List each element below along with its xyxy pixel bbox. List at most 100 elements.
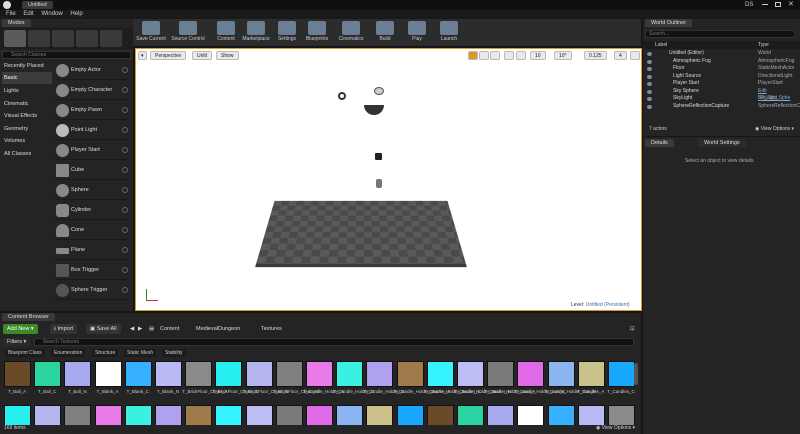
- help-icon[interactable]: [122, 167, 128, 173]
- asset-thumbnail[interactable]: [124, 361, 152, 387]
- asset-thumbnail[interactable]: [396, 361, 424, 387]
- player-start-icon[interactable]: [376, 179, 382, 188]
- perspective-button[interactable]: Perspective: [150, 51, 187, 60]
- show-button[interactable]: Show: [216, 51, 239, 60]
- visibility-eye-icon[interactable]: [647, 89, 652, 94]
- asset-scrollbar[interactable]: [634, 363, 638, 385]
- save-current-button[interactable]: Save Current: [133, 20, 169, 46]
- asset-thumbnail[interactable]: [306, 361, 333, 387]
- class-search-input[interactable]: Search Classes: [2, 51, 131, 59]
- reflection-capture-icon[interactable]: [375, 153, 382, 160]
- asset-thumbnail[interactable]: [124, 405, 152, 425]
- visibility-eye-icon[interactable]: [647, 104, 652, 109]
- viewport-options-button[interactable]: ▾: [138, 51, 147, 60]
- filter-blueprint-class[interactable]: Blueprint Class: [5, 349, 45, 357]
- menu-window[interactable]: Window: [41, 10, 62, 19]
- asset-thumbnail[interactable]: [275, 361, 303, 387]
- asset-thumbnail[interactable]: [64, 361, 92, 387]
- surface-snap-icon[interactable]: [516, 51, 526, 60]
- place-cone[interactable]: Cone: [53, 221, 131, 240]
- breadcrumb-textures[interactable]: Textures: [257, 324, 286, 334]
- asset-thumbnail[interactable]: [4, 361, 31, 387]
- outliner-row[interactable]: Floor StaticMeshActor: [643, 65, 800, 73]
- asset-thumbnail[interactable]: [155, 361, 182, 387]
- outliner-row[interactable]: Sky Sphere Edit BP_Sky_Sphe: [643, 88, 800, 101]
- place-player-start[interactable]: Player Start: [53, 141, 131, 160]
- help-icon[interactable]: [122, 147, 128, 153]
- save-all-button[interactable]: ▣ Save All: [86, 324, 121, 334]
- menu-file[interactable]: File: [6, 10, 16, 19]
- asset-thumbnail[interactable]: [517, 405, 545, 425]
- sun-icon[interactable]: [338, 92, 346, 100]
- cb-view-options-button[interactable]: ◉ View Options ▾: [596, 425, 635, 431]
- world-settings-tab[interactable]: World Settings: [698, 139, 746, 147]
- help-icon[interactable]: [122, 287, 128, 293]
- asset-thumbnail[interactable]: [64, 405, 92, 425]
- asset-thumbnail[interactable]: [215, 405, 243, 425]
- asset-thumbnail[interactable]: [275, 405, 303, 425]
- asset-thumbnail[interactable]: [487, 361, 515, 387]
- place-plane[interactable]: Plane: [53, 241, 131, 260]
- asset-thumbnail[interactable]: [426, 405, 454, 425]
- filter-structure[interactable]: Structure: [92, 349, 119, 357]
- import-button[interactable]: ⭳ Import: [50, 324, 78, 334]
- asset-thumbnail[interactable]: [577, 361, 605, 387]
- rotate-tool-icon[interactable]: [479, 51, 489, 60]
- view-mode-button[interactable]: Unlit: [192, 51, 213, 60]
- lock-icon[interactable]: ⊡: [626, 324, 639, 334]
- outliner-row[interactable]: Untitled (Editor) World: [643, 50, 800, 58]
- asset-thumbnail[interactable]: [155, 405, 182, 425]
- rotation-snap-value[interactable]: 10°: [554, 51, 572, 60]
- launch-button[interactable]: Launch: [431, 20, 467, 46]
- asset-thumbnail[interactable]: [608, 405, 635, 425]
- add-new-button[interactable]: Add New ▾: [3, 324, 38, 334]
- outliner-row[interactable]: Light Source DirectionalLight: [643, 73, 800, 81]
- asset-thumbnail[interactable]: [34, 361, 62, 387]
- place-cube[interactable]: Cube: [53, 161, 131, 180]
- place-cylinder[interactable]: Cylinder: [53, 201, 131, 220]
- visibility-eye-icon[interactable]: [647, 82, 652, 86]
- translate-tool-icon[interactable]: [468, 51, 478, 60]
- content-browser-tab[interactable]: Content Browser: [2, 313, 55, 321]
- world-local-icon[interactable]: [504, 51, 514, 60]
- asset-thumbnail[interactable]: [517, 361, 545, 387]
- asset-thumbnail[interactable]: [366, 361, 394, 387]
- type-column-header[interactable]: Type: [758, 41, 769, 49]
- outliner-search-input[interactable]: Search...: [645, 30, 795, 38]
- visibility-eye-icon[interactable]: [647, 52, 652, 56]
- scale-snap-value[interactable]: 0.125: [584, 51, 607, 60]
- outliner-row[interactable]: Player Start PlayerStart: [643, 80, 800, 88]
- place-empty-character[interactable]: Empty Character: [53, 81, 131, 100]
- asset-thumbnail[interactable]: [306, 405, 333, 425]
- asset-thumbnail[interactable]: [215, 361, 243, 387]
- outliner-row[interactable]: Atmospheric Fog AtmosphericFog: [643, 58, 800, 66]
- minimize-button[interactable]: [762, 4, 768, 5]
- outliner-row[interactable]: SphereReflectionCapture SphereReflectionC…: [643, 103, 800, 111]
- maximize-button[interactable]: [775, 2, 781, 7]
- place-box-trigger[interactable]: Box Trigger: [53, 261, 131, 280]
- asset-thumbnail[interactable]: [547, 361, 575, 387]
- sky-sphere-icon[interactable]: [374, 87, 384, 95]
- visibility-eye-icon[interactable]: [647, 59, 652, 64]
- breadcrumb-content[interactable]: Content: [156, 324, 183, 334]
- source-control-button[interactable]: Source Control: [170, 20, 206, 46]
- landscape-mode-icon[interactable]: [52, 30, 74, 47]
- asset-thumbnail[interactable]: [487, 405, 515, 425]
- asset-thumbnail[interactable]: [457, 361, 484, 387]
- help-icon[interactable]: [122, 187, 128, 193]
- details-tab[interactable]: Details: [645, 139, 674, 147]
- visibility-eye-icon[interactable]: [647, 97, 652, 101]
- asset-thumbnail[interactable]: [4, 405, 31, 425]
- help-icon[interactable]: [122, 87, 128, 93]
- asset-thumbnail[interactable]: [426, 361, 454, 387]
- skylight-icon[interactable]: [364, 105, 384, 115]
- close-button[interactable]: ✕: [788, 0, 798, 9]
- blueprints-button[interactable]: Blueprints: [299, 20, 335, 46]
- grid-snap-value[interactable]: 10: [530, 51, 546, 60]
- menu-edit[interactable]: Edit: [23, 10, 33, 19]
- asset-thumbnail[interactable]: [185, 405, 213, 425]
- place-empty-pawn[interactable]: Empty Pawn: [53, 101, 131, 120]
- visibility-eye-icon[interactable]: [647, 67, 652, 71]
- asset-thumbnail[interactable]: [547, 405, 575, 425]
- asset-thumbnail[interactable]: [577, 405, 605, 425]
